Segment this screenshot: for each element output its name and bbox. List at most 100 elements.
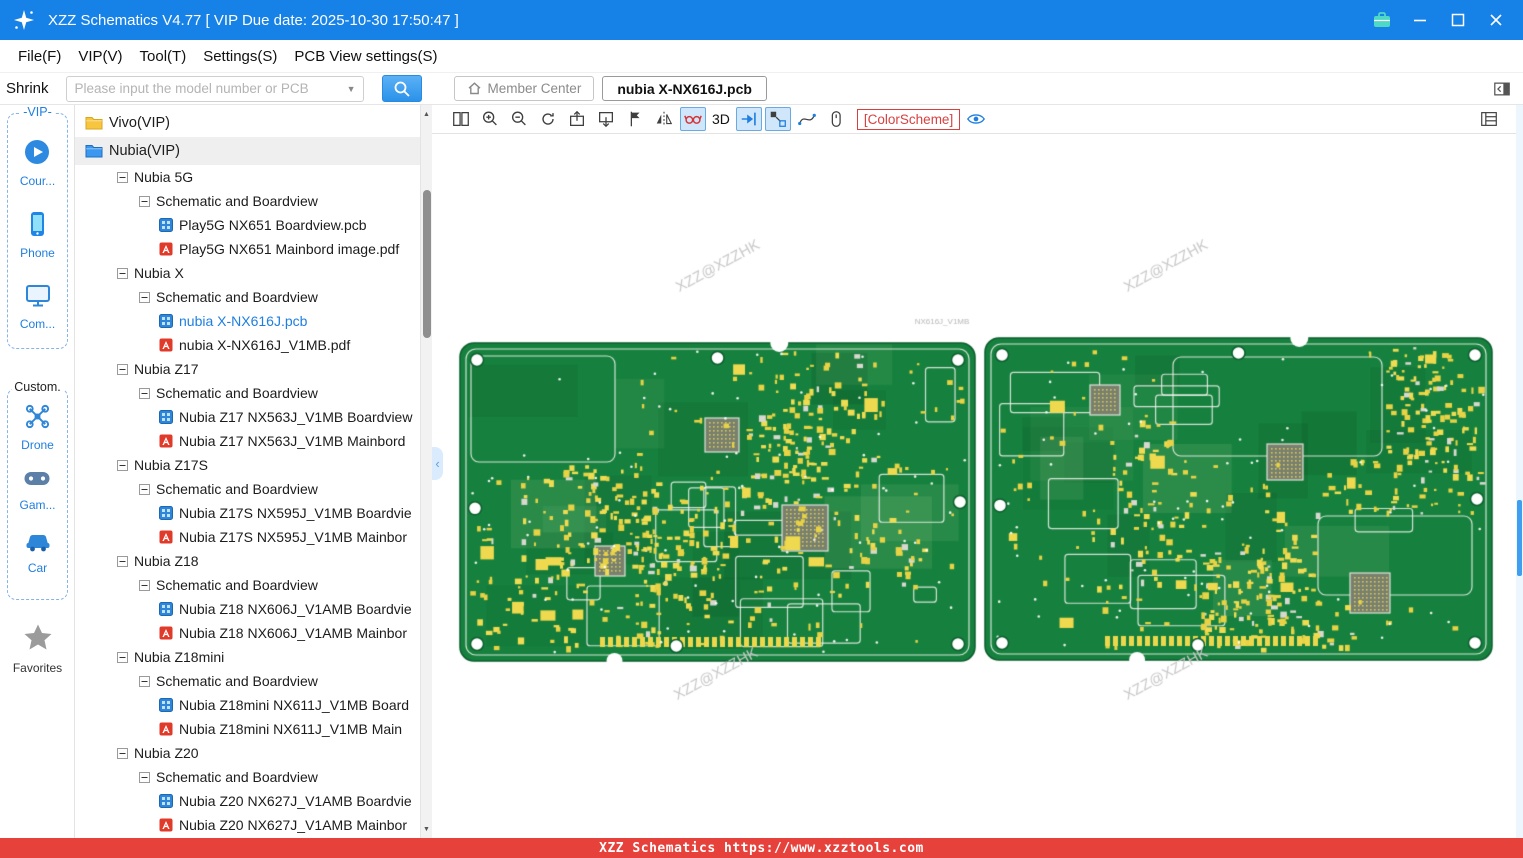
tree-item[interactable]: Nubia Z18 NX606J_V1AMB Boardvie bbox=[75, 597, 420, 621]
next-point-icon[interactable] bbox=[735, 107, 762, 131]
collapse-minus-icon[interactable] bbox=[139, 291, 150, 303]
collapse-minus-icon[interactable] bbox=[117, 651, 128, 663]
view-3d-button[interactable]: 3D bbox=[712, 111, 730, 127]
tree-scrollbar-thumb[interactable] bbox=[423, 190, 431, 338]
mouse-pan-icon[interactable] bbox=[823, 107, 849, 131]
tree-item[interactable]: Nubia Z18mini NX611J_V1MB Main bbox=[75, 717, 420, 741]
tree-item[interactable]: Nubia(VIP) bbox=[75, 137, 420, 165]
minimize-button[interactable] bbox=[1409, 9, 1431, 31]
bottom-layer-icon[interactable] bbox=[593, 107, 619, 131]
tree-item[interactable]: Schematic and Boardview bbox=[75, 285, 420, 309]
tree-item[interactable]: Nubia Z20 NX627J_V1AMB Mainbor bbox=[75, 813, 420, 837]
scroll-up-icon[interactable]: ▲ bbox=[421, 107, 432, 121]
model-search-combobox[interactable]: ▼ bbox=[65, 75, 364, 102]
tree-item[interactable]: Schematic and Boardview bbox=[75, 477, 420, 501]
tree-item[interactable]: Schematic and Boardview bbox=[75, 381, 420, 405]
tree-item[interactable]: Schematic and Boardview bbox=[75, 765, 420, 789]
tree-item[interactable]: Schematic and Boardview bbox=[75, 669, 420, 693]
shrink-button[interactable]: Shrink bbox=[6, 80, 49, 97]
collapse-minus-icon[interactable] bbox=[117, 171, 128, 183]
net-probe-icon[interactable] bbox=[764, 107, 791, 131]
tree-item-label: Nubia(VIP) bbox=[109, 143, 180, 159]
tree-item[interactable]: Nubia Z17 NX563J_V1MB Mainbord bbox=[75, 429, 420, 453]
search-button[interactable] bbox=[381, 75, 422, 102]
collapse-minus-icon[interactable] bbox=[139, 195, 150, 207]
flag-icon[interactable] bbox=[622, 107, 648, 131]
sidebar-item-computer[interactable]: Com... bbox=[20, 282, 55, 331]
collapse-minus-icon[interactable] bbox=[139, 579, 150, 591]
menu-pcb-view-settings[interactable]: PCB View settings(S) bbox=[294, 48, 437, 65]
maximize-button[interactable] bbox=[1447, 9, 1469, 31]
drone-icon bbox=[24, 403, 51, 435]
sidebar-item-phone[interactable]: Phone bbox=[20, 210, 55, 260]
pcb-canvas[interactable] bbox=[432, 134, 1516, 838]
menu-file[interactable]: File(F) bbox=[18, 48, 61, 65]
sidebar-item-drone[interactable]: Drone bbox=[21, 403, 54, 452]
collapse-minus-icon[interactable] bbox=[117, 747, 128, 759]
scroll-down-icon[interactable]: ▼ bbox=[421, 822, 432, 836]
model-search-input[interactable] bbox=[66, 81, 347, 96]
collapse-minus-icon[interactable] bbox=[117, 267, 128, 279]
tree-item[interactable]: nubia X-NX616J.pcb bbox=[75, 309, 420, 333]
tree-item[interactable]: Nubia Z18 bbox=[75, 549, 420, 573]
collapse-minus-icon[interactable] bbox=[139, 675, 150, 687]
tree-item[interactable]: Schematic and Boardview bbox=[75, 573, 420, 597]
tree-item[interactable]: Nubia Z20 bbox=[75, 741, 420, 765]
tree-item[interactable]: Nubia Z18mini NX611J_V1MB Board bbox=[75, 693, 420, 717]
collapse-minus-icon[interactable] bbox=[117, 555, 128, 567]
menu-tool[interactable]: Tool(T) bbox=[140, 48, 187, 65]
tree-item[interactable]: Nubia Z17S bbox=[75, 453, 420, 477]
computer-icon bbox=[24, 282, 52, 314]
tree-item[interactable]: Nubia Z17S NX595J_V1MB Boardvie bbox=[75, 501, 420, 525]
tree-item[interactable]: Nubia Z18 NX606J_V1AMB Mainbor bbox=[75, 621, 420, 645]
tree-item[interactable]: Schematic and Boardview bbox=[75, 189, 420, 213]
collapse-minus-icon[interactable] bbox=[117, 363, 128, 375]
collapse-minus-icon[interactable] bbox=[139, 483, 150, 495]
tab-nubia-x-nx616j[interactable]: nubia X-NX616J.pcb bbox=[602, 76, 767, 101]
tree-item-label: Nubia Z17 NX563J_V1MB Boardview bbox=[179, 409, 413, 425]
collapse-tree-handle[interactable]: ‹ bbox=[432, 447, 443, 480]
collapse-minus-icon[interactable] bbox=[139, 771, 150, 783]
gamepad-icon bbox=[23, 468, 51, 495]
vip-briefcase-icon[interactable] bbox=[1371, 9, 1393, 31]
split-view-icon[interactable] bbox=[448, 107, 474, 131]
refresh-view-icon[interactable] bbox=[535, 107, 561, 131]
close-button[interactable] bbox=[1485, 9, 1507, 31]
mirror-flip-icon[interactable] bbox=[651, 107, 677, 131]
tree-item[interactable]: Vivo(VIP) bbox=[75, 109, 420, 137]
status-bar: XZZ Schematics https://www.xzztools.com bbox=[0, 838, 1523, 858]
tree-item[interactable]: Nubia Z20 NX627J_V1AMB Boardvie bbox=[75, 789, 420, 813]
zoom-out-icon[interactable] bbox=[506, 107, 532, 131]
menu-settings[interactable]: Settings(S) bbox=[203, 48, 277, 65]
collapse-panel-icon[interactable] bbox=[1493, 80, 1511, 98]
canvas-vscrollbar-thumb[interactable] bbox=[1517, 500, 1522, 576]
sidebar-item-favorites[interactable]: Favorites bbox=[0, 623, 75, 675]
tree-item[interactable]: Nubia Z17S NX595J_V1MB Mainbor bbox=[75, 525, 420, 549]
colorscheme-button[interactable]: [ColorScheme] bbox=[856, 108, 961, 130]
sidebar-item-course[interactable]: Cour... bbox=[20, 138, 55, 188]
tree-item[interactable]: Nubia Z18mini bbox=[75, 645, 420, 669]
layer-list-icon[interactable] bbox=[1476, 107, 1502, 131]
glasses-3d-icon[interactable] bbox=[680, 107, 706, 131]
tree-scrollbar[interactable]: ▲ ▼ bbox=[420, 105, 432, 838]
tree-item[interactable]: Nubia X bbox=[75, 261, 420, 285]
tree-item[interactable]: Nubia 5G bbox=[75, 165, 420, 189]
tree-item[interactable]: Nubia Z17 NX563J_V1MB Boardview bbox=[75, 405, 420, 429]
visibility-eye-icon[interactable] bbox=[963, 107, 989, 131]
sidebar-item-game[interactable]: Gam... bbox=[19, 468, 56, 512]
top-layer-icon[interactable] bbox=[564, 107, 590, 131]
tree-item[interactable]: Play5G NX651 Mainbord image.pdf bbox=[75, 237, 420, 261]
vip-group: -VIP- Cour... Phone Com... bbox=[7, 105, 68, 349]
tree-item[interactable]: Nubia Z17 bbox=[75, 357, 420, 381]
tree-item[interactable]: Play5G NX651 Boardview.pcb bbox=[75, 213, 420, 237]
member-center-button[interactable]: Member Center bbox=[453, 76, 595, 101]
collapse-minus-icon[interactable] bbox=[117, 459, 128, 471]
zoom-in-icon[interactable] bbox=[477, 107, 503, 131]
sidebar-item-car[interactable]: Car bbox=[24, 528, 52, 575]
tree-item[interactable]: nubia X-NX616J_V1MB.pdf bbox=[75, 333, 420, 357]
curve-measure-icon[interactable] bbox=[794, 107, 820, 131]
collapse-minus-icon[interactable] bbox=[139, 387, 150, 399]
combo-dropdown-icon[interactable]: ▼ bbox=[347, 84, 356, 94]
menu-vip[interactable]: VIP(V) bbox=[78, 48, 122, 65]
canvas-vscrollbar[interactable] bbox=[1516, 105, 1523, 838]
